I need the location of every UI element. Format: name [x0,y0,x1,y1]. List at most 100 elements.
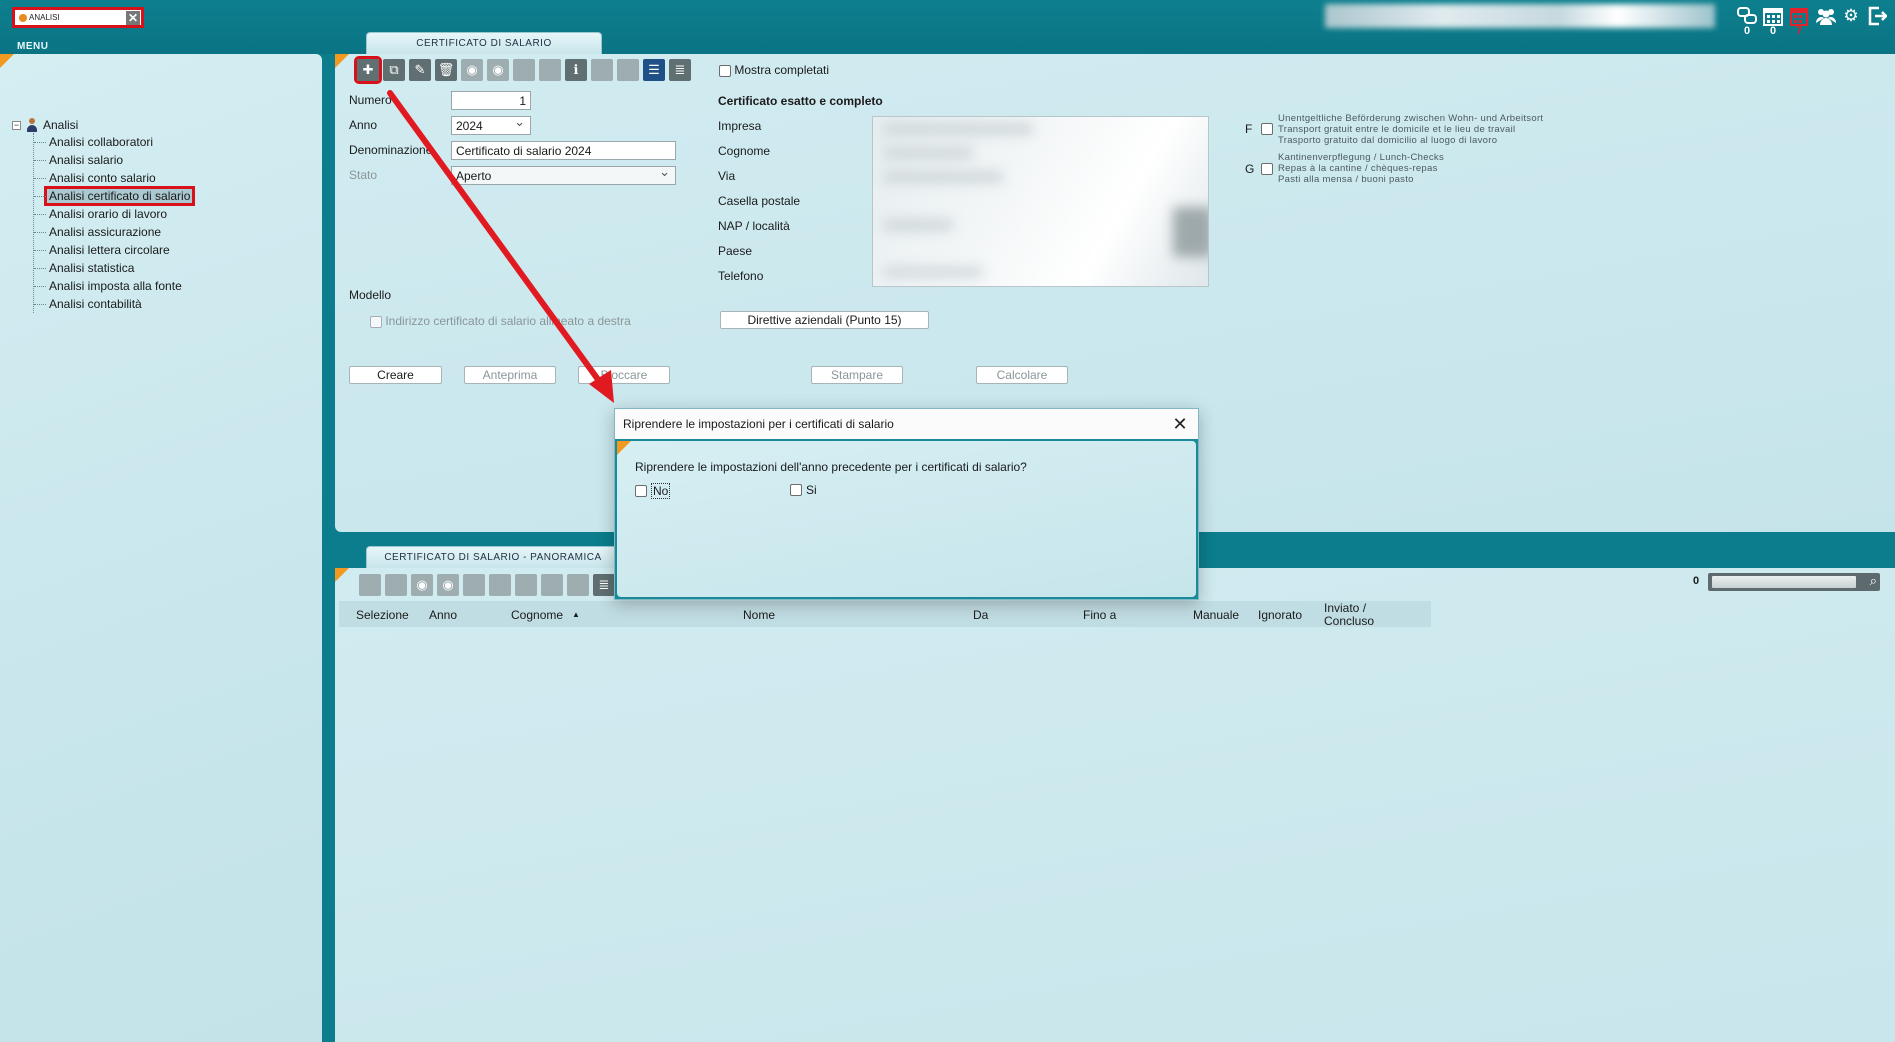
settings-button[interactable]: ⚙ [1841,6,1861,42]
calculate-button[interactable]: Calcolare [976,366,1068,384]
overview-search[interactable]: ⌕ [1708,573,1880,591]
col-concluso[interactable]: Concluso [1324,614,1374,628]
calendar-button[interactable]: 0 [1763,6,1783,42]
cancel-button[interactable]: ◉ [487,59,509,81]
users-button[interactable] [1815,6,1836,42]
col-fino-a[interactable]: Fino a [1083,608,1116,622]
preview-button[interactable]: Anteprima [464,366,556,384]
stato-select[interactable]: Aperto [451,164,676,185]
col-nome[interactable]: Nome [743,608,775,622]
toolbar-blank-button[interactable] [463,574,485,596]
anno-select[interactable]: 2024 [451,114,531,135]
directives-button[interactable]: Direttive aziendali (Punto 15) [720,311,929,329]
sidebar-item-analisi-contabilita[interactable]: Analisi contabilità [34,295,195,313]
clear-search-icon[interactable]: ✕ [126,10,140,25]
sidebar-item-analisi-salario[interactable]: Analisi salario [34,151,195,169]
sidebar-item-label: Analisi statistica [49,261,135,275]
sidebar-item-analisi-certificato-di-salario[interactable]: Analisi certificato di salario [34,186,196,206]
list-view-button[interactable]: ≣ [593,574,615,596]
save-button[interactable]: ◉ [461,59,483,81]
sidebar-item-analisi-orario-di-lavoro[interactable]: Analisi orario di lavoro [34,205,195,223]
sidebar-item-label: Analisi contabilità [49,297,142,311]
tree-root-analisi[interactable]: − Analisi [12,117,195,133]
toolbar-blank-button[interactable] [489,574,511,596]
save-button[interactable]: ◉ [411,574,433,596]
option-yes[interactable]: Si [790,483,817,497]
dialog-body: Riprendere le impostazioni dell'anno pre… [617,441,1196,597]
option-f-text: Unentgeltliche Beförderung zwischen Wohn… [1278,113,1543,146]
info-button[interactable]: ℹ [565,59,587,81]
task-calendar-icon [1789,6,1809,26]
sidebar-item-analisi-imposta-alla-fonte[interactable]: Analisi imposta alla fonte [34,277,195,295]
option-no-label: No [651,483,671,499]
copy-button[interactable]: ⧉ [383,59,405,81]
col-cognome[interactable]: Cognome [511,608,563,622]
col-selezione[interactable]: Selezione [356,608,409,622]
logout-button[interactable] [1867,6,1888,42]
create-button[interactable]: Creare [349,366,442,384]
sidebar-item-label: Analisi salario [49,153,124,167]
option-no[interactable]: No [635,483,671,499]
tree-children: Analisi collaboratori Analisi salario An… [33,133,196,313]
tab-certificato-panoramica[interactable]: CERTIFICATO DI SALARIO - PANORAMICA [366,546,620,568]
edit-button[interactable]: ✎ [409,59,431,81]
toolbar-blank-button[interactable] [617,59,639,81]
print-button[interactable]: Stampare [811,366,903,384]
logout-icon [1867,6,1888,26]
show-completed-checkbox[interactable] [719,64,731,77]
sidebar-item-analisi-statistica[interactable]: Analisi statistica [34,259,195,277]
overview-search-input[interactable] [1712,576,1856,588]
sidebar-item-analisi-lettera-circolare[interactable]: Analisi lettera circolare [34,241,195,259]
indirizzo-option[interactable]: Indirizzo certificato di salario allinea… [370,314,631,328]
list-icon: ≣ [598,577,610,592]
show-completed-toggle[interactable]: Mostra completati [719,63,829,77]
cancel-button[interactable]: ◉ [437,574,459,596]
col-anno[interactable]: Anno [429,608,457,622]
sidebar-item-analisi-assicurazione[interactable]: Analisi assicurazione [34,223,195,241]
option-g-checkbox[interactable] [1261,163,1273,175]
sort-asc-icon: ▲ [572,610,580,619]
numero-field[interactable]: 1 [451,91,531,110]
close-icon[interactable]: ✕ [1170,414,1190,434]
sidebar-item-analisi-conto-salario[interactable]: Analisi conto salario [34,169,195,187]
panel-corner-marker [335,54,349,68]
messages-count: 0 [1743,25,1751,37]
detail-view-button[interactable]: ☰ [643,59,665,81]
menu-search-input[interactable]: ANALISI [29,13,126,22]
toolbar-blank-button[interactable] [513,59,535,81]
tab-certificato-di-salario[interactable]: CERTIFICATO DI SALARIO [366,32,602,54]
col-da[interactable]: Da [973,608,988,622]
option-yes-checkbox[interactable] [790,484,802,496]
top-icons: 0 0 7 ⚙ [1737,6,1888,42]
col-inviato[interactable]: Inviato / [1324,601,1366,615]
sidebar-item-analisi-collaboratori[interactable]: Analisi collaboratori [34,133,195,151]
calendar-count: 0 [1769,25,1777,37]
tasks-button[interactable]: 7 [1789,6,1809,42]
denominazione-label: Denominazione [349,143,433,157]
toolbar-blank-button[interactable] [591,59,613,81]
option-f-checkbox[interactable] [1261,123,1273,135]
toolbar-blank-button[interactable] [385,574,407,596]
delete-button[interactable]: 🗑 [435,59,457,81]
sidebar-item-label: Analisi assicurazione [49,225,162,239]
toolbar-blank-button[interactable] [515,574,537,596]
menu-search-box[interactable]: ANALISI ✕ [12,7,144,28]
nap-localita-label: NAP / località [718,219,790,233]
col-manuale[interactable]: Manuale [1193,608,1239,622]
option-no-checkbox[interactable] [635,485,647,497]
messages-button[interactable]: 0 [1737,6,1757,42]
toolbar-blank-button[interactable] [539,59,561,81]
search-icon[interactable]: ⌕ [1870,573,1877,589]
panel-corner-marker [0,54,14,68]
toolbar-blank-button[interactable] [541,574,563,596]
collapse-icon[interactable]: − [12,120,21,130]
list-view-button[interactable]: ≣ [669,59,691,81]
add-button[interactable]: ✚ [354,56,382,84]
lock-button[interactable]: Bloccare [578,366,670,384]
toolbar-blank-button[interactable] [567,574,589,596]
toolbar-blank-button[interactable] [359,574,381,596]
denominazione-field[interactable]: Certificato di salario 2024 [451,141,676,160]
col-ignorato[interactable]: Ignorato [1258,608,1302,622]
indirizzo-checkbox[interactable] [370,315,382,328]
dialog-question: Riprendere le impostazioni dell'anno pre… [635,460,1027,474]
